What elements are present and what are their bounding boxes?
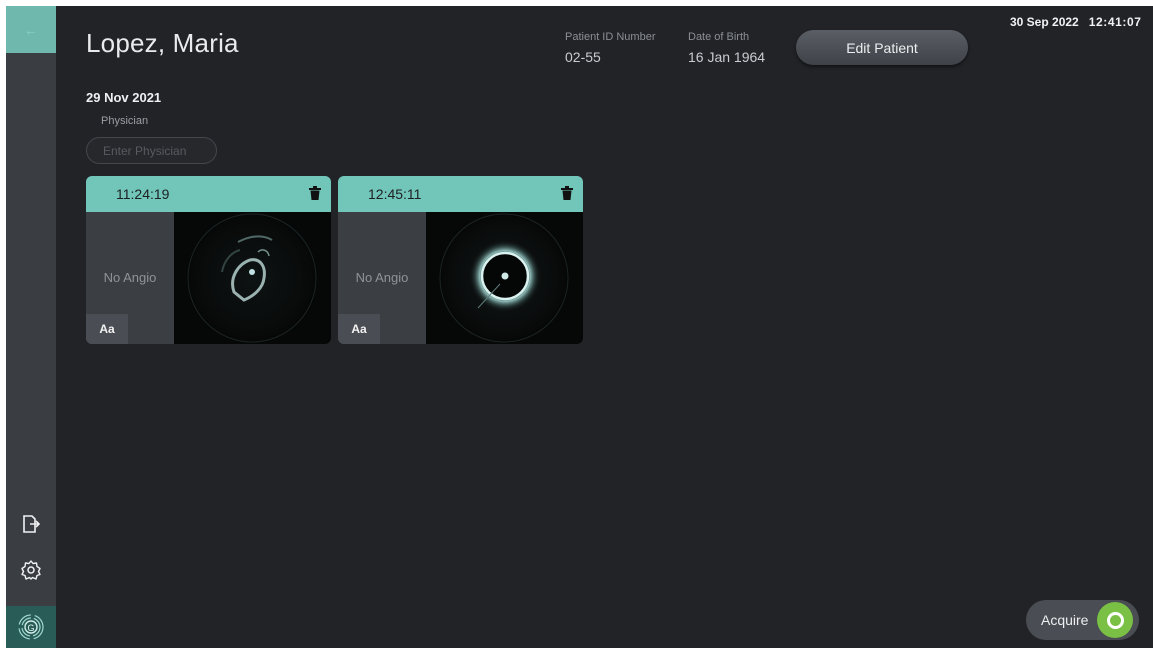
session-date: 29 Nov 2021 bbox=[86, 90, 162, 105]
oct-image bbox=[174, 212, 331, 344]
acquire-button[interactable]: Acquire bbox=[1026, 600, 1139, 640]
physician-label: Physician bbox=[101, 115, 149, 127]
back-button[interactable]: ← bbox=[6, 6, 56, 53]
gentuity-logo: G bbox=[6, 606, 56, 648]
angio-pane: No Angio Aa bbox=[86, 212, 174, 344]
recording-time: 12:45:11 bbox=[368, 186, 422, 202]
recording-card[interactable]: 11:24:19 No Angio Aa bbox=[86, 176, 331, 344]
no-angio-text: No Angio bbox=[103, 270, 157, 285]
trash-icon[interactable] bbox=[309, 186, 321, 200]
angio-pane: No Angio Aa bbox=[338, 212, 426, 344]
no-angio-text: No Angio bbox=[355, 270, 409, 285]
oct-image bbox=[426, 212, 583, 344]
clock: 30 Sep 2022 12:41:07 bbox=[1010, 15, 1142, 29]
gear-icon[interactable] bbox=[18, 557, 44, 583]
annotation-button[interactable]: Aa bbox=[86, 314, 128, 344]
recording-card[interactable]: 12:45:11 No Angio Aa bbox=[338, 176, 583, 344]
recording-card-header: 12:45:11 bbox=[338, 176, 583, 212]
app-window: ← G Lopez, Maria Patient ID Number 02-55… bbox=[6, 6, 1153, 648]
sidebar: ← G bbox=[6, 6, 56, 648]
annotation-button[interactable]: Aa bbox=[338, 314, 380, 344]
export-icon[interactable] bbox=[18, 511, 44, 537]
current-time: 12:41:07 bbox=[1088, 15, 1142, 29]
dob-value: 16 Jan 1964 bbox=[688, 49, 766, 65]
edit-patient-button[interactable]: Edit Patient bbox=[796, 30, 968, 65]
recording-time: 11:24:19 bbox=[116, 186, 170, 202]
physician-input[interactable] bbox=[86, 137, 217, 164]
patient-id-label: Patient ID Number bbox=[565, 31, 656, 43]
patient-id-value: 02-55 bbox=[565, 49, 601, 65]
dob-label: Date of Birth bbox=[688, 31, 750, 43]
patient-name: Lopez, Maria bbox=[86, 28, 239, 58]
acquire-status-icon bbox=[1097, 602, 1133, 638]
trash-icon[interactable] bbox=[561, 186, 573, 200]
svg-text:G: G bbox=[27, 623, 34, 633]
back-arrow-icon: ← bbox=[24, 21, 38, 38]
recording-card-header: 11:24:19 bbox=[86, 176, 331, 212]
current-date: 30 Sep 2022 bbox=[1010, 15, 1079, 29]
acquire-label: Acquire bbox=[1041, 612, 1089, 628]
